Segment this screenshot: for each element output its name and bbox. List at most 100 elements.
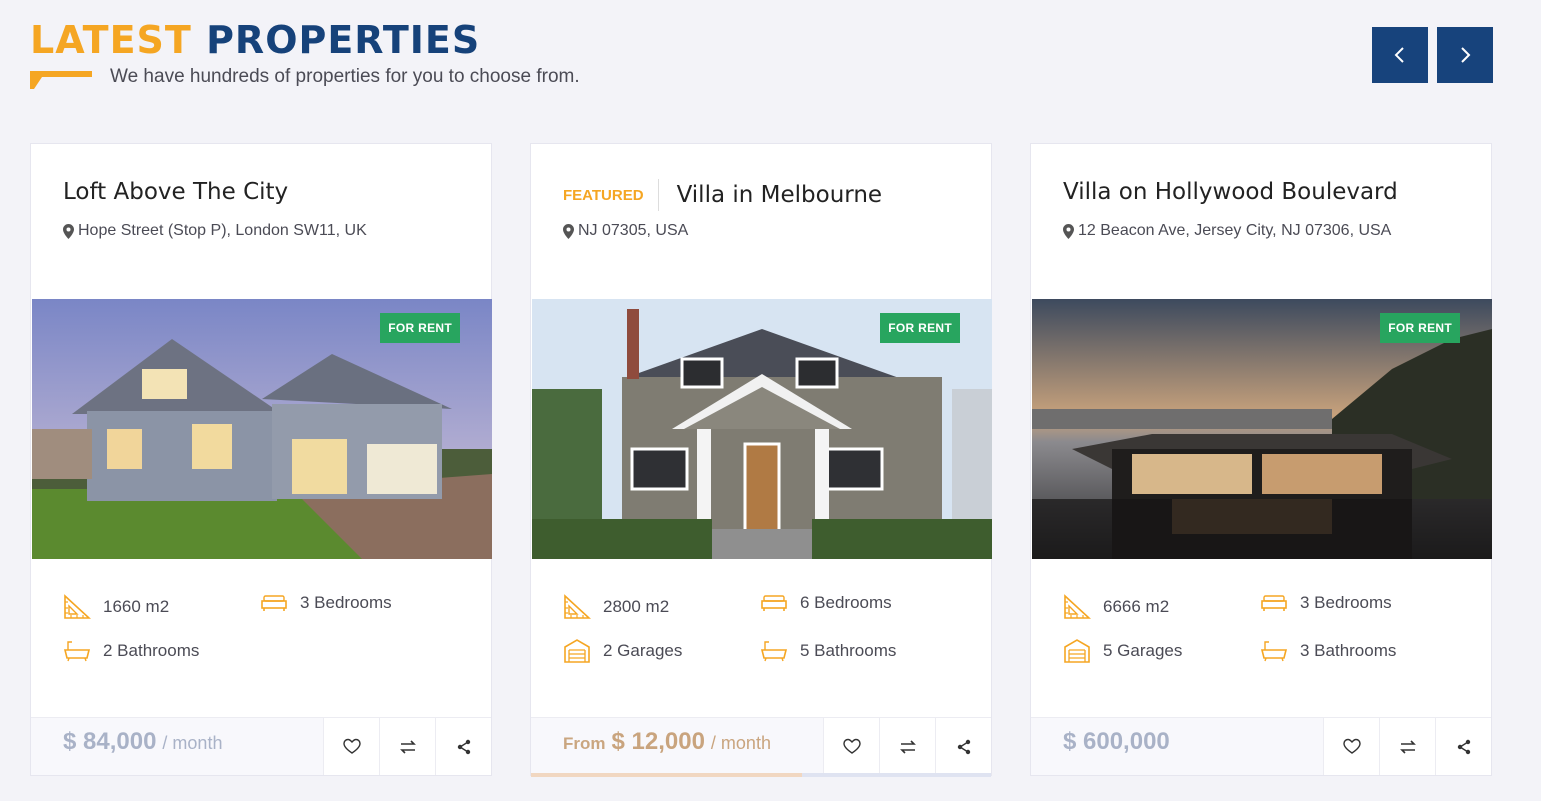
feature-label: 3 Bedrooms <box>300 593 392 612</box>
property-photo[interactable]: FOR RENT <box>32 299 492 559</box>
feature-label: 5 Garages <box>1103 641 1183 660</box>
favorite-button[interactable] <box>323 718 379 775</box>
price-period: / month <box>710 733 771 753</box>
feature-label: 3 Bathrooms <box>1300 641 1397 660</box>
title-latest: LATEST <box>30 18 192 62</box>
carousel-next-button[interactable] <box>1437 27 1493 83</box>
address-text: 12 Beacon Ave, Jersey City, NJ 07306, US… <box>1078 222 1392 239</box>
feature-label: 1660 m2 <box>103 597 170 616</box>
price-amount: $ 84,000 <box>63 728 157 755</box>
for-rent-badge: FOR RENT <box>1380 313 1460 343</box>
share-button[interactable] <box>435 718 491 775</box>
property-title[interactable]: Villa in Melbourne <box>677 182 883 208</box>
area-icon <box>564 594 591 619</box>
card-footer: $ 84,000 / month <box>31 717 491 775</box>
share-icon <box>957 739 970 754</box>
compare-icon <box>899 739 916 754</box>
compare-button[interactable] <box>879 718 935 775</box>
area-icon <box>1064 594 1091 619</box>
favorite-button[interactable] <box>823 718 879 775</box>
feature-bathrooms: 5 Bathrooms <box>760 638 896 664</box>
property-card[interactable]: Loft Above The City Hope Street (Stop P)… <box>30 143 492 776</box>
property-title[interactable]: Villa on Hollywood Boulevard <box>1063 179 1398 205</box>
property-title[interactable]: Loft Above The City <box>63 179 288 205</box>
feature-area: 2800 m2 <box>563 594 669 620</box>
carousel-prev-button[interactable] <box>1372 27 1428 83</box>
price-amount: $ 12,000 <box>611 728 705 755</box>
property-address: NJ 07305, USA <box>563 222 688 240</box>
compare-button[interactable] <box>379 718 435 775</box>
bed-icon <box>261 595 287 611</box>
feature-label: 6666 m2 <box>1103 597 1170 616</box>
feature-area: 6666 m2 <box>1063 594 1169 620</box>
card-header: Loft Above The City Hope Street (Stop P)… <box>31 144 491 299</box>
heart-icon <box>342 738 361 754</box>
address-text: NJ 07305, USA <box>578 222 689 239</box>
for-rent-badge: FOR RENT <box>880 313 960 343</box>
card-header: Villa on Hollywood Boulevard 12 Beacon A… <box>1031 144 1491 299</box>
feature-area: 1660 m2 <box>63 594 169 620</box>
bath-icon <box>63 641 91 662</box>
heart-icon <box>1342 738 1361 754</box>
price-prefix: From <box>563 734 606 753</box>
for-rent-badge: FOR RENT <box>380 313 460 343</box>
card-footer: $ 600,000 <box>1031 717 1491 775</box>
feature-label: 2800 m2 <box>603 597 670 616</box>
card-footer: From $ 12,000 / month <box>531 717 991 777</box>
feature-label: 3 Bedrooms <box>1300 593 1392 612</box>
bed-icon <box>761 595 787 611</box>
compare-icon <box>399 739 416 754</box>
chevron-left-icon <box>1394 47 1404 63</box>
featured-label: FEATURED <box>563 179 659 211</box>
property-photo[interactable]: FOR RENT <box>532 299 992 559</box>
chevron-right-icon <box>1461 47 1471 63</box>
share-icon <box>457 739 470 754</box>
property-address: 12 Beacon Ave, Jersey City, NJ 07306, US… <box>1063 222 1391 240</box>
compare-button[interactable] <box>1379 718 1435 775</box>
property-card[interactable]: FEATURED Villa in Melbourne NJ 07305, US… <box>530 143 992 777</box>
price: $ 84,000 / month <box>63 728 222 756</box>
bed-icon <box>1261 595 1287 611</box>
title-underline-icon <box>30 71 92 89</box>
feature-bedrooms: 3 Bedrooms <box>1260 590 1392 616</box>
price-period: / month <box>162 733 223 753</box>
card-actions <box>823 718 991 775</box>
card-actions <box>323 718 491 775</box>
share-button[interactable] <box>935 718 991 775</box>
heart-icon <box>842 738 861 754</box>
section-subtitle: We have hundreds of properties for you t… <box>110 66 580 87</box>
section-header: LATEST PROPERTIES We have hundreds of pr… <box>30 16 1500 106</box>
price: $ 600,000 <box>1063 728 1170 756</box>
map-pin-icon <box>63 223 74 239</box>
feature-garages: 5 Garages <box>1063 638 1182 664</box>
card-actions <box>1323 718 1491 775</box>
section-title: LATEST PROPERTIES <box>30 16 1500 64</box>
area-icon <box>64 594 91 619</box>
feature-garages: 2 Garages <box>563 638 682 664</box>
progress-fill <box>531 773 803 777</box>
feature-bedrooms: 3 Bedrooms <box>260 590 392 616</box>
property-photo[interactable]: FOR RENT <box>1032 299 1492 559</box>
garage-icon <box>1064 639 1090 663</box>
feature-label: 2 Bathrooms <box>103 641 200 660</box>
feature-label: 6 Bedrooms <box>800 593 892 612</box>
property-card[interactable]: Villa on Hollywood Boulevard 12 Beacon A… <box>1030 143 1492 776</box>
map-pin-icon <box>563 223 574 239</box>
feature-bathrooms: 3 Bathrooms <box>1260 638 1396 664</box>
compare-icon <box>1399 739 1416 754</box>
garage-icon <box>564 639 590 663</box>
share-button[interactable] <box>1435 718 1491 775</box>
map-pin-icon <box>1063 223 1074 239</box>
card-header: FEATURED Villa in Melbourne NJ 07305, US… <box>531 144 991 299</box>
title-properties: PROPERTIES <box>206 18 481 62</box>
address-text: Hope Street (Stop P), London SW11, UK <box>78 222 367 239</box>
favorite-button[interactable] <box>1323 718 1379 775</box>
price: From $ 12,000 / month <box>563 728 771 756</box>
feature-label: 5 Bathrooms <box>800 641 897 660</box>
progress-bar <box>531 773 991 777</box>
price-amount: $ 600,000 <box>1063 728 1170 755</box>
property-address: Hope Street (Stop P), London SW11, UK <box>63 222 367 240</box>
feature-bedrooms: 6 Bedrooms <box>760 590 892 616</box>
bath-icon <box>760 641 788 662</box>
feature-label: 2 Garages <box>603 641 683 660</box>
